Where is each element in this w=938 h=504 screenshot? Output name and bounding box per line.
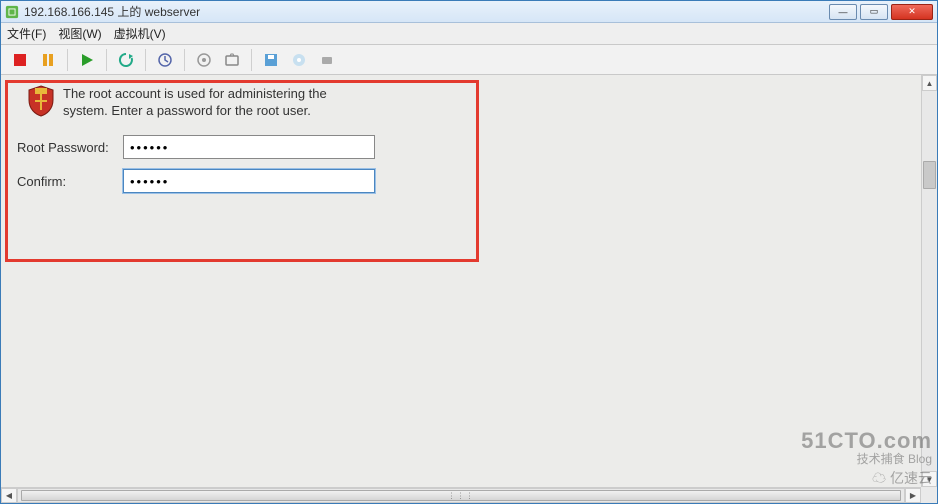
watermark-line2: 技术捕食 Blog [801, 453, 932, 466]
snapshot-icon[interactable] [191, 48, 217, 72]
refresh-button[interactable] [113, 48, 139, 72]
watermark: 51CTO.com 技术捕食 Blog ☁ 亿速云 [801, 429, 932, 486]
menu-bar: 文件(F) 视图(W) 虚拟机(V) [1, 23, 937, 45]
description-text: The root account is used for administeri… [63, 85, 373, 119]
toolbar-separator [184, 49, 185, 71]
scroll-up-arrow[interactable]: ▲ [922, 75, 937, 91]
play-button[interactable] [74, 48, 100, 72]
root-password-label: Root Password: [17, 140, 123, 155]
watermark-line1: 51CTO.com [801, 429, 932, 453]
maximize-button[interactable]: ▭ [860, 4, 888, 20]
hscroll-thumb[interactable]: ⋮⋮⋮ [21, 490, 901, 501]
capture-icon[interactable] [219, 48, 245, 72]
guest-display[interactable]: The root account is used for administeri… [3, 77, 919, 485]
menu-view[interactable]: 视图(W) [58, 25, 101, 42]
confirm-input[interactable] [123, 169, 375, 193]
toolbar-separator [106, 49, 107, 71]
shield-icon [27, 85, 55, 117]
toolbar [1, 45, 937, 75]
stop-button[interactable] [7, 48, 33, 72]
menu-vm[interactable]: 虚拟机(V) [114, 25, 166, 42]
scroll-right-arrow[interactable]: ▶ [905, 488, 921, 503]
device-icon[interactable] [314, 48, 340, 72]
menu-file[interactable]: 文件(F) [7, 25, 46, 42]
horizontal-scrollbar[interactable]: ◀ ⋮⋮⋮ ▶ [1, 487, 921, 503]
scroll-left-arrow[interactable]: ◀ [1, 488, 17, 503]
toolbar-separator [67, 49, 68, 71]
confirm-label: Confirm: [17, 174, 123, 189]
window-title: 192.168.166.145 上的 webserver [24, 3, 829, 20]
hscroll-track[interactable]: ⋮⋮⋮ [17, 488, 905, 503]
minimize-button[interactable]: — [829, 4, 857, 20]
snapshot-clock-button[interactable] [152, 48, 178, 72]
close-button[interactable]: ✕ [891, 4, 933, 20]
floppy-icon[interactable] [258, 48, 284, 72]
toolbar-separator [145, 49, 146, 71]
toolbar-separator [251, 49, 252, 71]
scrollbar-corner [921, 487, 937, 503]
scroll-track[interactable] [922, 91, 937, 471]
app-icon [5, 5, 19, 19]
root-password-input[interactable] [123, 135, 375, 159]
window-titlebar: 192.168.166.145 上的 webserver — ▭ ✕ [1, 1, 937, 23]
cd-icon[interactable] [286, 48, 312, 72]
watermark-line3: ☁ 亿速云 [801, 471, 932, 486]
scroll-thumb[interactable] [923, 161, 936, 189]
pause-button[interactable] [35, 48, 61, 72]
vertical-scrollbar[interactable]: ▲ ▼ [921, 75, 937, 487]
